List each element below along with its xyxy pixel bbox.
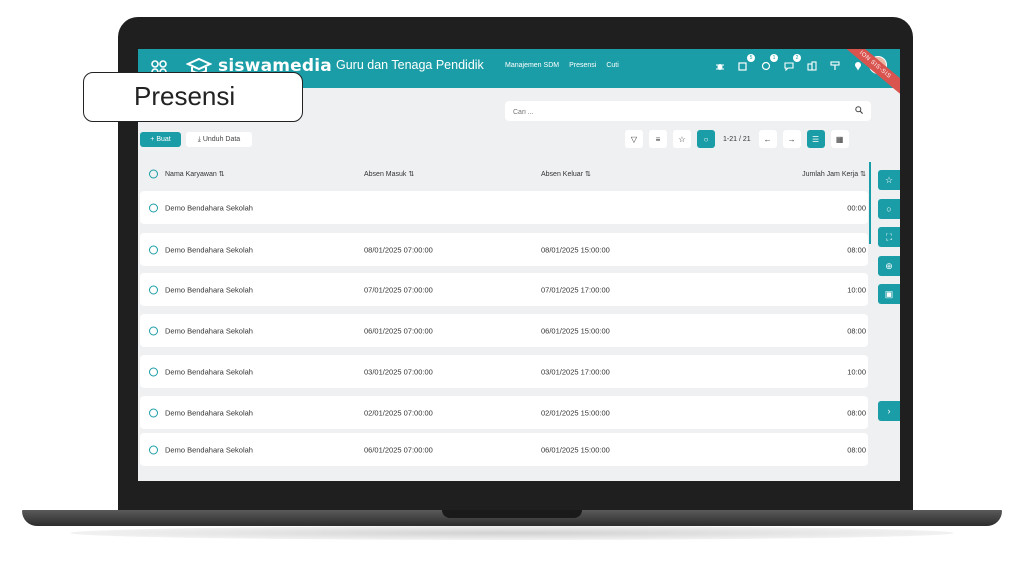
cell-check-out: 08/01/2025 15:00:00 <box>541 245 610 254</box>
settings-icon[interactable] <box>828 59 842 73</box>
pager-value[interactable]: 1-21 / 21 <box>721 136 753 143</box>
download-data-button[interactable]: ⤓ Unduh Data <box>186 132 252 147</box>
prev-page-icon[interactable]: ← <box>758 130 777 148</box>
laptop-shadow <box>70 526 954 540</box>
callout-title: Presensi <box>134 81 236 111</box>
cell-check-in: 06/01/2025 07:00:00 <box>364 326 433 335</box>
bug-icon[interactable] <box>713 59 727 73</box>
side-zoom-icon[interactable]: ⊕ <box>878 256 900 276</box>
cell-name: Demo Bendahara Sekolah <box>165 285 253 294</box>
cell-work-hours: 08:00 <box>847 326 866 335</box>
cell-check-in: 02/01/2025 07:00:00 <box>364 408 433 417</box>
cell-check-out: 03/01/2025 17:00:00 <box>541 367 610 376</box>
laptop-base-notch <box>442 510 582 518</box>
side-star-icon[interactable]: ☆ <box>878 170 900 190</box>
table-row[interactable]: Demo Bendahara Sekolah 00:00 <box>140 191 868 224</box>
cell-check-out: 07/01/2025 17:00:00 <box>541 285 610 294</box>
row-checkbox[interactable] <box>149 285 158 294</box>
cell-work-hours: 10:00 <box>847 285 866 294</box>
nav-item-manajemen-sdm[interactable]: Manajemen SDM <box>505 62 559 69</box>
side-fullscreen-icon[interactable]: ⛶ <box>878 227 900 247</box>
cell-name: Demo Bendahara Sekolah <box>165 445 253 454</box>
nav-item-presensi[interactable]: Presensi <box>569 62 596 69</box>
next-page-icon[interactable]: → <box>782 130 801 148</box>
table-row[interactable]: Demo Bendahara Sekolah 07/01/2025 07:00:… <box>140 273 868 306</box>
favorite-icon[interactable]: ☆ <box>673 130 691 148</box>
create-button[interactable]: + Buat <box>140 132 181 147</box>
row-checkbox[interactable] <box>149 445 158 454</box>
refresh-icon[interactable]: ○ <box>697 130 715 148</box>
app-title[interactable]: Guru dan Tenaga Pendidik <box>336 58 484 72</box>
cell-name: Demo Bendahara Sekolah <box>165 203 253 212</box>
list-view-icon[interactable]: ☰ <box>806 130 825 148</box>
table-header: Nama Karyawan ⇅ Absen Masuk ⇅ Absen Kelu… <box>140 163 868 185</box>
column-header-name[interactable]: Nama Karyawan ⇅ <box>165 170 225 178</box>
download-icon: ⤓ <box>197 136 201 143</box>
page-callout: Presensi <box>83 72 303 122</box>
side-expand-icon[interactable]: › <box>878 401 900 421</box>
chat-icon[interactable]: 2 <box>782 54 801 73</box>
search-bar <box>505 101 871 123</box>
cell-name: Demo Bendahara Sekolah <box>165 326 253 335</box>
cell-check-out: 02/01/2025 15:00:00 <box>541 408 610 417</box>
cell-work-hours: 10:00 <box>847 367 866 376</box>
cell-work-hours: 08:00 <box>847 245 866 254</box>
cell-name: Demo Bendahara Sekolah <box>165 408 253 417</box>
cell-check-in: 08/01/2025 07:00:00 <box>364 245 433 254</box>
main-nav: Manajemen SDM Presensi Cuti <box>505 62 619 69</box>
table-row[interactable]: Demo Bendahara Sekolah 08/01/2025 07:00:… <box>140 233 868 266</box>
row-checkbox[interactable] <box>149 203 158 212</box>
cell-check-in: 03/01/2025 07:00:00 <box>364 367 433 376</box>
group-by-icon[interactable]: ≡ <box>649 130 667 148</box>
cell-check-out: 06/01/2025 15:00:00 <box>541 445 610 454</box>
notes-badge: 5 <box>747 54 755 62</box>
search-icon[interactable] <box>855 106 863 116</box>
nav-item-cuti[interactable]: Cuti <box>606 62 618 69</box>
filter-icon[interactable]: ▽ <box>625 130 643 148</box>
row-checkbox[interactable] <box>149 245 158 254</box>
cell-check-in: 06/01/2025 07:00:00 <box>364 445 433 454</box>
building-icon[interactable] <box>805 59 819 73</box>
download-data-label: Unduh Data <box>202 136 241 143</box>
activity-icon[interactable]: 1 <box>759 54 778 73</box>
cell-name: Demo Bendahara Sekolah <box>165 245 253 254</box>
notes-icon[interactable]: 5 <box>736 54 755 73</box>
table-row[interactable]: Demo Bendahara Sekolah 06/01/2025 07:00:… <box>140 314 868 347</box>
row-checkbox[interactable] <box>149 367 158 376</box>
row-checkbox[interactable] <box>149 326 158 335</box>
row-checkbox[interactable] <box>149 408 158 417</box>
cell-check-out: 06/01/2025 15:00:00 <box>541 326 610 335</box>
column-header-work-hours[interactable]: Jumlah Jam Kerja ⇅ <box>802 170 866 178</box>
list-toolbar: ▽ ≡ ☆ ○ 1-21 / 21 ← → ☰ ▦ <box>625 130 849 148</box>
cell-work-hours: 08:00 <box>847 408 866 417</box>
environment-ribbon: ION SIS-SIS <box>829 49 900 105</box>
select-all-checkbox[interactable] <box>149 169 158 179</box>
topbar-icons: 5 1 2 <box>713 54 865 73</box>
table-row[interactable]: Demo Bendahara Sekolah 03/01/2025 07:00:… <box>140 355 868 388</box>
kanban-view-icon[interactable]: ▦ <box>830 130 849 148</box>
search-input[interactable] <box>505 102 841 123</box>
cell-check-in: 07/01/2025 07:00:00 <box>364 285 433 294</box>
side-bookmark-icon[interactable]: ▣ <box>878 284 900 304</box>
cell-name: Demo Bendahara Sekolah <box>165 367 253 376</box>
cell-work-hours: 00:00 <box>847 203 866 212</box>
table-row[interactable]: Demo Bendahara Sekolah 06/01/2025 07:00:… <box>140 433 868 466</box>
cell-work-hours: 08:00 <box>847 445 866 454</box>
table-row[interactable]: Demo Bendahara Sekolah 02/01/2025 07:00:… <box>140 396 868 429</box>
activity-badge: 1 <box>770 54 778 62</box>
column-header-check-in[interactable]: Absen Masuk ⇅ <box>364 170 414 178</box>
side-chat-icon[interactable]: ○ <box>878 199 900 219</box>
chat-badge: 2 <box>793 54 801 62</box>
column-header-check-out[interactable]: Absen Keluar ⇅ <box>541 170 591 178</box>
side-accent-strip <box>869 162 871 244</box>
